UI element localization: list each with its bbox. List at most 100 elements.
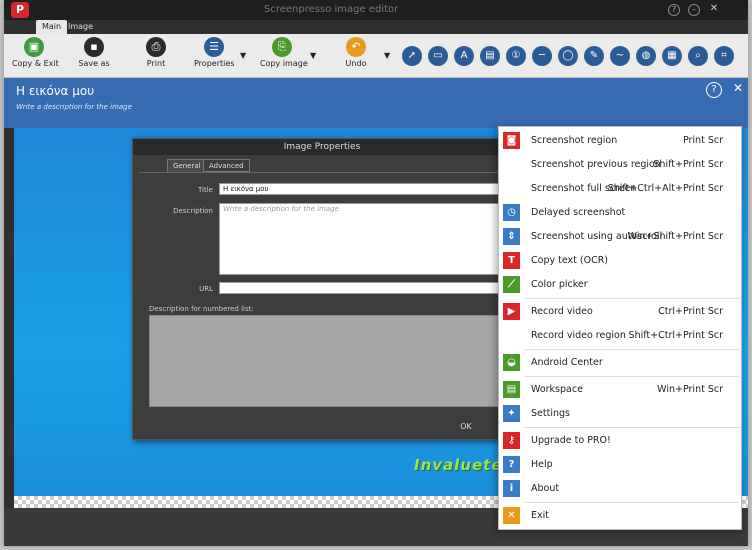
properties-dropdown-icon[interactable]: ▼ — [240, 51, 246, 60]
eyedropper-icon: ⟋ — [503, 276, 520, 293]
menu-item-label: Android Center — [531, 357, 603, 368]
menu-item-about[interactable]: i About — [499, 478, 741, 500]
help-icon[interactable]: ? — [706, 82, 722, 98]
close-icon: ✕ — [503, 507, 520, 524]
menu-item-label: Screenshot previous region — [531, 159, 661, 170]
menu-separator — [525, 349, 739, 350]
image-header: Η εικόνα μου Write a description for the… — [4, 78, 748, 128]
camera-icon: ◙ — [503, 132, 520, 149]
menu-item-label: Upgrade to PRO! — [531, 435, 611, 446]
menu-item-record-video[interactable]: ▶ Record video Ctrl+Print Scr — [499, 301, 741, 323]
menu-item-shortcut: Print Scr — [682, 135, 723, 146]
title-field[interactable]: Η εικόνα μου — [219, 183, 505, 195]
tab-image[interactable]: Image — [62, 20, 99, 34]
menu-item-upgrade[interactable]: ⚷ Upgrade to PRO! — [499, 430, 741, 452]
ribbon-toolbar: ▣ Copy & Exit ▪ Save as ⎙ Print ☰ Proper… — [4, 34, 748, 78]
printer-icon: ⎙ — [146, 37, 166, 57]
menu-separator — [525, 502, 739, 503]
properties-button[interactable]: ☰ Properties — [194, 37, 234, 68]
help-window-icon[interactable]: ? — [668, 4, 680, 16]
image-icon[interactable]: ▦ — [662, 46, 682, 66]
menu-item-label: Record video — [531, 306, 593, 317]
url-field[interactable] — [219, 282, 505, 294]
close-window-icon[interactable]: ✕ — [708, 4, 720, 16]
magnifier-icon[interactable]: ⌕ — [688, 46, 708, 66]
blur-icon[interactable]: ◍ — [636, 46, 656, 66]
ocr-icon: T — [503, 252, 520, 269]
menu-item-label: Exit — [531, 510, 549, 521]
minimize-icon[interactable]: – — [688, 4, 700, 16]
image-description[interactable]: Write a description for the image — [16, 103, 132, 111]
crop-icon[interactable]: ⌗ — [714, 46, 734, 66]
question-icon: ? — [503, 456, 520, 473]
menu-item-screenshot-region[interactable]: ◙ Screenshot region Print Scr — [499, 130, 741, 152]
menu-item-workspace[interactable]: ▤ Workspace Win+Print Scr — [499, 379, 741, 401]
menu-item-help[interactable]: ? Help — [499, 454, 741, 476]
menu-item-label: Copy text (OCR) — [531, 255, 609, 266]
title-field-label: Title — [197, 186, 213, 194]
menu-separator — [525, 298, 739, 299]
workspace-icon: ▤ — [503, 381, 520, 398]
highlight-icon[interactable]: ✎ — [584, 46, 604, 66]
numbered-list-field[interactable] — [149, 315, 509, 407]
key-icon: ⚷ — [503, 432, 520, 449]
undo-dropdown-icon[interactable]: ▼ — [384, 51, 390, 60]
video-camera-icon: ▶ — [503, 303, 520, 320]
undo-icon: ↶ — [346, 37, 366, 57]
button-icon[interactable]: ▤ — [480, 46, 500, 66]
floppy-icon: ▪ — [84, 37, 104, 57]
print-button[interactable]: ⎙ Print — [138, 37, 174, 68]
number-icon[interactable]: ① — [506, 46, 526, 66]
menu-item-label: Help — [531, 459, 553, 470]
menu-item-screenshot-previous-region[interactable]: Screenshot previous region Shift+Print S… — [499, 154, 741, 176]
copy-image-button[interactable]: ⎘ Copy image — [260, 37, 308, 68]
undo-label: Undo — [345, 59, 367, 68]
description-field[interactable]: Write a description for the image — [219, 203, 505, 275]
save-as-button[interactable]: ▪ Save as — [76, 37, 112, 68]
image-title[interactable]: Η εικόνα μου — [16, 84, 94, 98]
menu-separator — [525, 376, 739, 377]
description-field-label: Description — [173, 207, 213, 215]
copy-image-label: Copy image — [260, 59, 308, 68]
title-bar: P Screenpresso image editor ? – ✕ — [4, 0, 748, 20]
arrow-icon[interactable]: ➚ — [402, 46, 422, 66]
copy-exit-button[interactable]: ▣ Copy & Exit — [12, 37, 59, 68]
menu-item-delayed-screenshot[interactable]: ◷ Delayed screenshot — [499, 202, 741, 224]
dialog-title: Image Properties — [133, 139, 511, 155]
window-title: Screenpresso image editor — [264, 4, 399, 15]
numbered-list-label: Description for numbered list: — [149, 305, 254, 313]
ellipse-icon[interactable]: ◯ — [558, 46, 578, 66]
rectangle-icon[interactable]: ▭ — [428, 46, 448, 66]
dialog-tab-advanced[interactable]: Advanced — [203, 159, 250, 172]
close-panel-icon[interactable]: ✕ — [730, 82, 746, 98]
menu-item-label: Workspace — [531, 384, 583, 395]
menu-item-label: Settings — [531, 408, 570, 419]
menu-item-label: Delayed screenshot — [531, 207, 626, 218]
autoscroll-icon: ⇕ — [503, 228, 520, 245]
text-icon[interactable]: A — [454, 46, 474, 66]
menu-item-autoscroll[interactable]: ⇕ Screenshot using autoscroll Win+Shift+… — [499, 226, 741, 248]
freehand-icon[interactable]: ~ — [610, 46, 630, 66]
menu-item-exit[interactable]: ✕ Exit — [499, 505, 741, 527]
menu-separator — [525, 427, 739, 428]
menu-item-label: About — [531, 483, 560, 494]
line-icon[interactable]: ─ — [532, 46, 552, 66]
menu-item-settings[interactable]: ✦ Settings — [499, 403, 741, 425]
menu-item-android-center[interactable]: ◒ Android Center — [499, 352, 741, 374]
print-label: Print — [146, 59, 166, 68]
app-logo[interactable]: P — [11, 2, 29, 18]
menu-item-color-picker[interactable]: ⟋ Color picker — [499, 274, 741, 296]
menu-item-shortcut: Shift+Print Scr — [653, 159, 723, 170]
menu-item-copy-text-ocr[interactable]: T Copy text (OCR) — [499, 250, 741, 272]
properties-label: Properties — [194, 59, 235, 68]
copy-image-dropdown-icon[interactable]: ▼ — [310, 51, 316, 60]
dialog-tab-general[interactable]: General — [167, 159, 207, 172]
timer-icon: ◷ — [503, 204, 520, 221]
save-as-label: Save as — [78, 59, 110, 68]
menu-item-label: Color picker — [531, 279, 588, 290]
undo-button[interactable]: ↶ Undo — [338, 37, 374, 68]
menu-item-record-video-region[interactable]: Record video region Shift+Ctrl+Print Scr — [499, 325, 741, 347]
menu-item-screenshot-full-screen[interactable]: Screenshot full screen Shift+Ctrl+Alt+Pr… — [499, 178, 741, 200]
url-field-label: URL — [199, 285, 213, 293]
ok-button[interactable]: OK — [451, 420, 481, 434]
